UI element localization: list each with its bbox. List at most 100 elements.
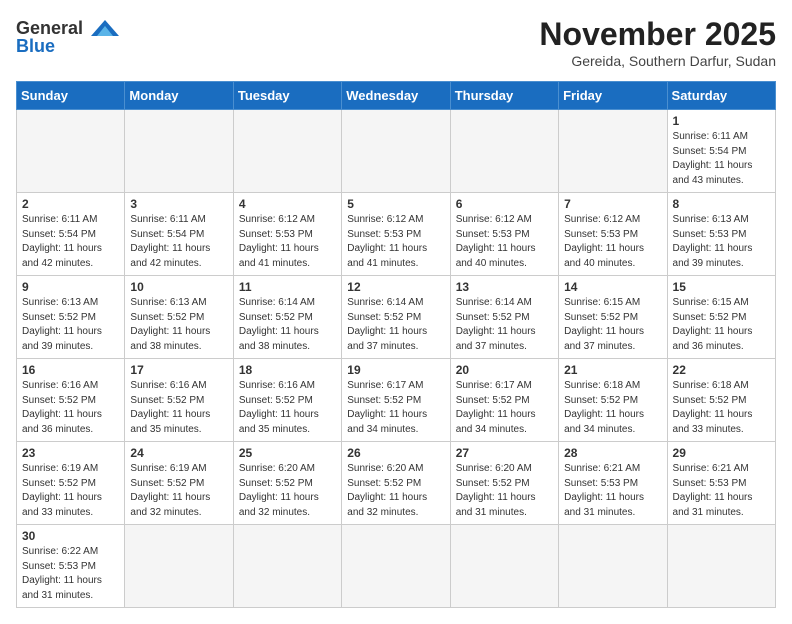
- day-info: Sunrise: 6:18 AM Sunset: 5:52 PM Dayligh…: [673, 379, 770, 437]
- calendar-cell: 11Sunrise: 6:14 AM Sunset: 5:52 PM Dayli…: [233, 276, 341, 359]
- day-info: Sunrise: 6:13 AM Sunset: 5:52 PM Dayligh…: [130, 296, 227, 354]
- logo-icon: [87, 16, 123, 40]
- week-row-2: 9Sunrise: 6:13 AM Sunset: 5:52 PM Daylig…: [17, 276, 776, 359]
- calendar-cell: 13 Sunrise: 6:14 AM Sunset: 5:52 PM Dayli…: [450, 276, 558, 359]
- weekday-header-friday: Friday: [559, 82, 667, 110]
- calendar-cell: 18 Sunrise: 6:16 AM Sunset: 5:52 PM Dayli…: [233, 359, 341, 442]
- day-number: 21: [564, 363, 661, 377]
- day-info: Sunrise: 6:11 AM Sunset: 5:54 PM Dayligh…: [130, 213, 227, 271]
- day-info: Sunrise: 6:11 AM Sunset: 5:54 PM Dayligh…: [22, 213, 119, 271]
- calendar-cell: 22 Sunrise: 6:18 AM Sunset: 5:52 PM Dayli…: [667, 359, 775, 442]
- calendar-cell: [450, 110, 558, 193]
- calendar-cell: [125, 110, 233, 193]
- day-info: Sunrise: 6:21 AM Sunset: 5:53 PM Dayligh…: [673, 462, 770, 520]
- calendar-cell: 17 Sunrise: 6:16 AM Sunset: 5:52 PM Dayli…: [125, 359, 233, 442]
- weekday-header-wednesday: Wednesday: [342, 82, 450, 110]
- month-title: November 2025: [539, 16, 776, 53]
- day-number: 18: [239, 363, 336, 377]
- calendar-cell: [342, 525, 450, 608]
- logo: General Blue: [16, 16, 123, 57]
- calendar-cell: 1Sunrise: 6:11 AM Sunset: 5:54 PM Daylig…: [667, 110, 775, 193]
- day-number: 26: [347, 446, 444, 460]
- day-info: Sunrise: 6:16 AM Sunset: 5:52 PM Dayligh…: [22, 379, 119, 437]
- day-number: 17: [130, 363, 227, 377]
- week-row-4: 23 Sunrise: 6:19 AM Sunset: 5:52 PM Dayli…: [17, 442, 776, 525]
- day-number: 14: [564, 280, 661, 294]
- day-info: Sunrise: 6:22 AM Sunset: 5:53 PM Dayligh…: [22, 545, 119, 603]
- day-info: Sunrise: 6:12 AM Sunset: 5:53 PM Dayligh…: [456, 213, 553, 271]
- day-number: 29: [673, 446, 770, 460]
- day-info: Sunrise: 6:17 AM Sunset: 5:52 PM Dayligh…: [347, 379, 444, 437]
- weekday-header-row: SundayMondayTuesdayWednesdayThursdayFrid…: [17, 82, 776, 110]
- day-info: Sunrise: 6:20 AM Sunset: 5:52 PM Dayligh…: [239, 462, 336, 520]
- calendar-cell: 26 Sunrise: 6:20 AM Sunset: 5:52 PM Dayli…: [342, 442, 450, 525]
- week-row-5: 30 Sunrise: 6:22 AM Sunset: 5:53 PM Dayli…: [17, 525, 776, 608]
- day-number: 13: [456, 280, 553, 294]
- day-number: 7: [564, 197, 661, 211]
- calendar-cell: 27 Sunrise: 6:20 AM Sunset: 5:52 PM Dayli…: [450, 442, 558, 525]
- calendar-cell: 5Sunrise: 6:12 AM Sunset: 5:53 PM Daylig…: [342, 193, 450, 276]
- day-number: 20: [456, 363, 553, 377]
- day-number: 12: [347, 280, 444, 294]
- calendar-cell: [559, 525, 667, 608]
- day-number: 16: [22, 363, 119, 377]
- calendar-cell: 3Sunrise: 6:11 AM Sunset: 5:54 PM Daylig…: [125, 193, 233, 276]
- calendar-cell: 28 Sunrise: 6:21 AM Sunset: 5:53 PM Dayli…: [559, 442, 667, 525]
- weekday-header-saturday: Saturday: [667, 82, 775, 110]
- calendar-cell: 21 Sunrise: 6:18 AM Sunset: 5:52 PM Dayli…: [559, 359, 667, 442]
- day-info: Sunrise: 6:16 AM Sunset: 5:52 PM Dayligh…: [239, 379, 336, 437]
- calendar-cell: [233, 110, 341, 193]
- calendar-cell: 14 Sunrise: 6:15 AM Sunset: 5:52 PM Dayli…: [559, 276, 667, 359]
- day-number: 25: [239, 446, 336, 460]
- week-row-1: 2Sunrise: 6:11 AM Sunset: 5:54 PM Daylig…: [17, 193, 776, 276]
- location-subtitle: Gereida, Southern Darfur, Sudan: [539, 53, 776, 69]
- day-info: Sunrise: 6:16 AM Sunset: 5:52 PM Dayligh…: [130, 379, 227, 437]
- day-info: Sunrise: 6:12 AM Sunset: 5:53 PM Dayligh…: [564, 213, 661, 271]
- calendar-cell: 20Sunrise: 6:17 AM Sunset: 5:52 PM Dayli…: [450, 359, 558, 442]
- calendar-cell: 10 Sunrise: 6:13 AM Sunset: 5:52 PM Dayli…: [125, 276, 233, 359]
- day-info: Sunrise: 6:20 AM Sunset: 5:52 PM Dayligh…: [456, 462, 553, 520]
- calendar-cell: [559, 110, 667, 193]
- calendar-cell: [450, 525, 558, 608]
- calendar-cell: 29 Sunrise: 6:21 AM Sunset: 5:53 PM Dayli…: [667, 442, 775, 525]
- day-number: 8: [673, 197, 770, 211]
- day-number: 22: [673, 363, 770, 377]
- day-info: Sunrise: 6:15 AM Sunset: 5:52 PM Dayligh…: [564, 296, 661, 354]
- day-info: Sunrise: 6:15 AM Sunset: 5:52 PM Dayligh…: [673, 296, 770, 354]
- week-row-3: 16 Sunrise: 6:16 AM Sunset: 5:52 PM Dayli…: [17, 359, 776, 442]
- week-row-0: 1Sunrise: 6:11 AM Sunset: 5:54 PM Daylig…: [17, 110, 776, 193]
- day-info: Sunrise: 6:18 AM Sunset: 5:52 PM Dayligh…: [564, 379, 661, 437]
- calendar-cell: 2Sunrise: 6:11 AM Sunset: 5:54 PM Daylig…: [17, 193, 125, 276]
- weekday-header-sunday: Sunday: [17, 82, 125, 110]
- weekday-header-thursday: Thursday: [450, 82, 558, 110]
- calendar-cell: [342, 110, 450, 193]
- calendar-cell: 9Sunrise: 6:13 AM Sunset: 5:52 PM Daylig…: [17, 276, 125, 359]
- day-info: Sunrise: 6:20 AM Sunset: 5:52 PM Dayligh…: [347, 462, 444, 520]
- day-info: Sunrise: 6:11 AM Sunset: 5:54 PM Dayligh…: [673, 130, 770, 188]
- calendar-cell: [125, 525, 233, 608]
- day-info: Sunrise: 6:19 AM Sunset: 5:52 PM Dayligh…: [22, 462, 119, 520]
- calendar-cell: 25 Sunrise: 6:20 AM Sunset: 5:52 PM Dayli…: [233, 442, 341, 525]
- day-number: 27: [456, 446, 553, 460]
- title-area: November 2025 Gereida, Southern Darfur, …: [539, 16, 776, 69]
- calendar-table: SundayMondayTuesdayWednesdayThursdayFrid…: [16, 81, 776, 608]
- calendar-cell: 4Sunrise: 6:12 AM Sunset: 5:53 PM Daylig…: [233, 193, 341, 276]
- calendar-cell: 15Sunrise: 6:15 AM Sunset: 5:52 PM Dayli…: [667, 276, 775, 359]
- day-info: Sunrise: 6:21 AM Sunset: 5:53 PM Dayligh…: [564, 462, 661, 520]
- calendar-cell: 6Sunrise: 6:12 AM Sunset: 5:53 PM Daylig…: [450, 193, 558, 276]
- day-number: 23: [22, 446, 119, 460]
- day-number: 10: [130, 280, 227, 294]
- calendar-cell: 30 Sunrise: 6:22 AM Sunset: 5:53 PM Dayli…: [17, 525, 125, 608]
- day-info: Sunrise: 6:13 AM Sunset: 5:52 PM Dayligh…: [22, 296, 119, 354]
- weekday-header-tuesday: Tuesday: [233, 82, 341, 110]
- day-info: Sunrise: 6:14 AM Sunset: 5:52 PM Dayligh…: [456, 296, 553, 354]
- day-info: Sunrise: 6:14 AM Sunset: 5:52 PM Dayligh…: [347, 296, 444, 354]
- weekday-header-monday: Monday: [125, 82, 233, 110]
- calendar-cell: 16 Sunrise: 6:16 AM Sunset: 5:52 PM Dayli…: [17, 359, 125, 442]
- day-info: Sunrise: 6:14 AM Sunset: 5:52 PM Dayligh…: [239, 296, 336, 354]
- day-number: 28: [564, 446, 661, 460]
- day-number: 30: [22, 529, 119, 543]
- day-number: 19: [347, 363, 444, 377]
- calendar-cell: 19 Sunrise: 6:17 AM Sunset: 5:52 PM Dayli…: [342, 359, 450, 442]
- calendar-cell: 24Sunrise: 6:19 AM Sunset: 5:52 PM Dayli…: [125, 442, 233, 525]
